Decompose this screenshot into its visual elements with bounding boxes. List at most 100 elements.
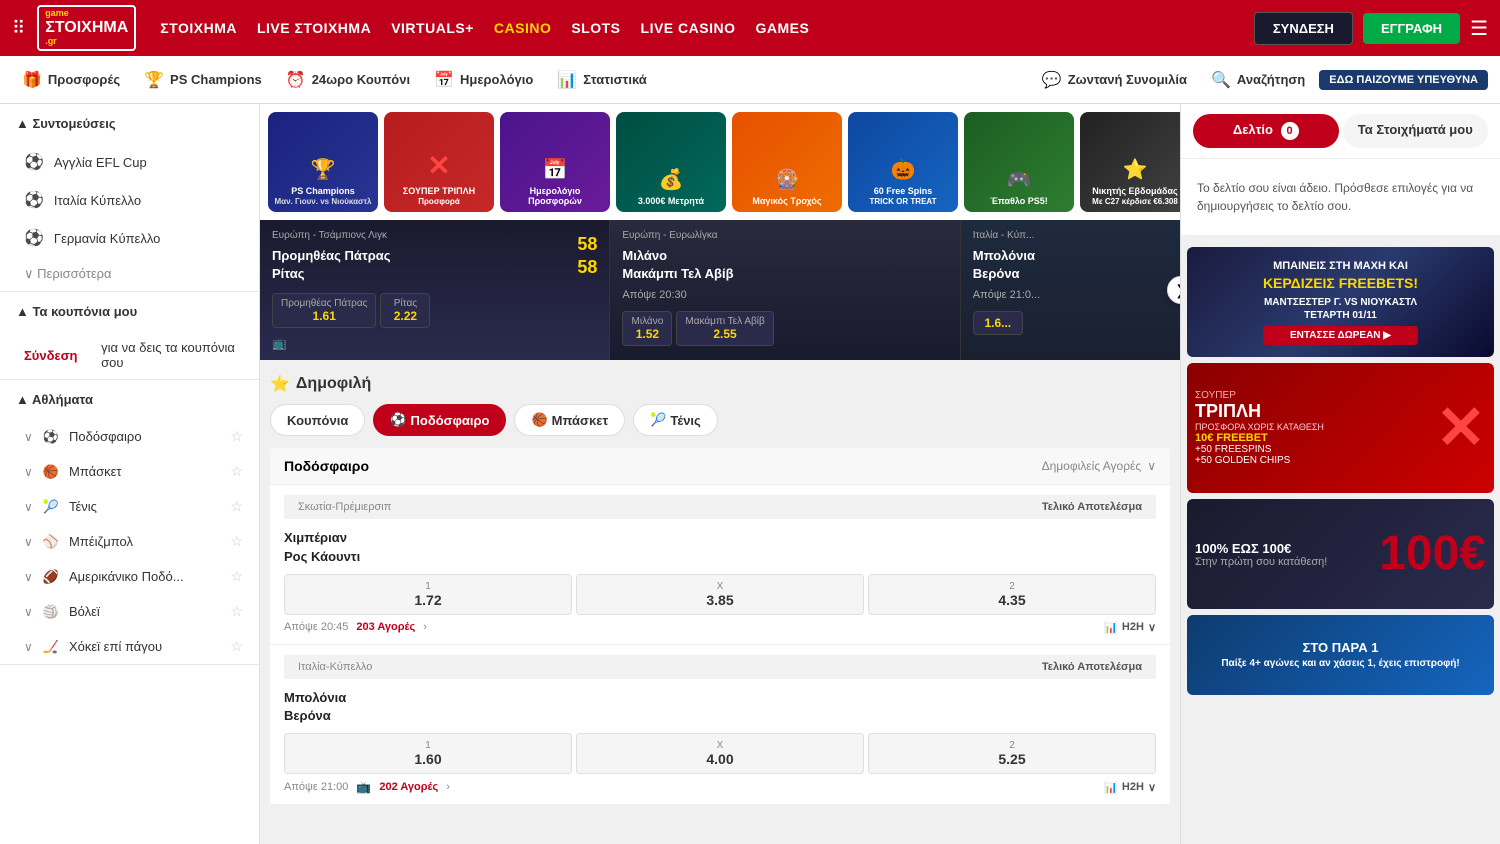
match-teams-2: Μιλάνο Μακάμπι Τελ Αβίβ	[622, 247, 947, 283]
sidebar-sport-hockey[interactable]: ∨ 🏒 Χόκεϊ επί πάγου ☆	[0, 629, 259, 664]
sec-nav-calendar[interactable]: 📅 Ημερολόγιο	[424, 64, 543, 96]
live-match-cards: Ευρώπη - Τσάμπιονς Λιγκ Προμηθέας Πάτρας…	[260, 220, 1180, 360]
sidebar-sport-volleyball[interactable]: ∨ 🏐 Βόλεϊ ☆	[0, 594, 259, 629]
score-1-team1: 58	[577, 234, 597, 255]
promo-wheel[interactable]: 🎡 Μαγικός Τροχός	[732, 112, 842, 212]
market-count-1[interactable]: 203 Αγορές	[356, 621, 415, 633]
tab-football[interactable]: ⚽ Ποδόσφαιρο	[373, 404, 506, 436]
right-banner-ps-champions-text: ΜΠΑΙΝΕΙΣ ΣΤΗ ΜΑΧΗ ΚΑΙ ΚΕΡΔΙΖΕΙΣ FREEBETS…	[1255, 251, 1426, 352]
matches-carousel-next[interactable]: ❯	[1167, 276, 1180, 304]
nav-casino[interactable]: CASINO	[494, 20, 551, 36]
site-logo[interactable]: game ΣΤΟΙΧΗΜΑ .gr	[37, 5, 136, 50]
odd-btn-3[interactable]: 1.6...	[973, 311, 1023, 335]
promo-freespins[interactable]: 🎃 60 Free SpinsTRICK OR TREAT	[848, 112, 958, 212]
chevron-icon-hockey: ∨	[24, 640, 33, 654]
sports-section-header[interactable]: ▲ Αθλήματα	[0, 380, 259, 419]
sidebar-item-efl-cup[interactable]: ⚽ Αγγλία EFL Cup	[0, 143, 259, 181]
tab-basketball[interactable]: 🏀 Μπάσκετ	[514, 404, 625, 436]
match-footer-2: Απόψε 21:00 📺 202 Αγορές › 📊 H2H ∨	[284, 780, 1156, 794]
promo-super-tripla[interactable]: ✕ ΣΟΥΠΕΡ ΤΡΙΠΛΗΠροσφορά	[384, 112, 494, 212]
odd-btn-team2[interactable]: Ρίτας 2.22	[380, 293, 430, 328]
sidebar-sport-baseball[interactable]: ∨ ⚾ Μπέιζμπολ ☆	[0, 524, 259, 559]
sec-nav-stats[interactable]: 📊 Στατιστικά	[547, 64, 656, 96]
sec-nav-24h-coupon[interactable]: ⏰ 24ωρο Κουπόνι	[276, 64, 420, 96]
odd-1-cell-1[interactable]: 1 1.72	[284, 574, 572, 615]
promo-ps-champions[interactable]: 🏆 PS ChampionsΜαν. Γιουν. vs Νιούκαστλ	[268, 112, 378, 212]
baseball-icon: ⚾	[43, 534, 59, 550]
sec-nav-ps-champions[interactable]: 🏆 PS Champions	[134, 64, 272, 96]
sec-nav-search[interactable]: 🔍 Αναζήτηση	[1201, 64, 1315, 96]
sidebar-sport-football[interactable]: ∨ ⚽ Ποδόσφαιρο ☆	[0, 419, 259, 454]
favorite-star-tennis[interactable]: ☆	[230, 498, 243, 515]
nav-games[interactable]: GAMES	[755, 20, 809, 36]
odd-btn-team1[interactable]: Προμηθέας Πάτρας 1.61	[272, 293, 376, 328]
sidebar-item-germany-cup[interactable]: ⚽ Γερμανία Κύπελλο	[0, 219, 259, 257]
promo-ps5[interactable]: 🎮 Έπαθλο PS5!	[964, 112, 1074, 212]
favorite-star-football[interactable]: ☆	[230, 428, 243, 445]
chat-icon: 💬	[1042, 70, 1062, 90]
chevron-down-icon: ∨	[24, 266, 37, 281]
favorite-star-basketball[interactable]: ☆	[230, 463, 243, 480]
odd-2-cell-2[interactable]: 2 5.25	[868, 733, 1156, 774]
enter-now-btn[interactable]: ΕΝΤΑΣΣΕ ΔΩΡΕΑΝ ▶	[1263, 326, 1418, 345]
live-match-card-2[interactable]: Ευρώπη - Ευρωλίγκα Μιλάνο Μακάμπι Τελ Αβ…	[610, 220, 960, 360]
live-match-card-3[interactable]: Ιταλία - Κύπ... Μπολόνια Βερόνα Απόψε 21…	[961, 220, 1180, 360]
right-banner-ps-champions[interactable]: ΜΠΑΙΝΕΙΣ ΣΤΗ ΜΑΧΗ ΚΑΙ ΚΕΡΔΙΖΕΙΣ FREEBETS…	[1187, 247, 1494, 357]
favorite-star-american-football[interactable]: ☆	[230, 568, 243, 585]
nav-live-casino[interactable]: LIVE CASINO	[641, 20, 736, 36]
grid-icon[interactable]: ⠿	[12, 18, 25, 39]
odd-1-cell-x[interactable]: X 3.85	[576, 574, 864, 615]
odd-btn-2-team1[interactable]: Μιλάνο 1.52	[622, 311, 672, 346]
promo-cash[interactable]: 💰 3.000€ Μετρητά	[616, 112, 726, 212]
betslip-tab[interactable]: Δελτίο 0	[1193, 114, 1339, 148]
popular-section-header: ⭐ Δημοφιλή	[270, 374, 1170, 394]
sec-nav-live-chat[interactable]: 💬 Ζωντανή Συνομιλία	[1032, 64, 1197, 96]
right-banner-super-tripla[interactable]: ΣΟΥΠΕΡ ΤΡΙΠΛΗ ΠΡΟΣΦΟΡΑ ΧΩΡΙΣ ΚΑΤΑΘΕΣΗ 10…	[1187, 363, 1494, 493]
tab-coupon[interactable]: Κουπόνια	[270, 404, 365, 436]
favorite-star-volleyball[interactable]: ☆	[230, 603, 243, 620]
promo-label-ps5: Έπαθλο PS5!	[990, 196, 1048, 206]
sidebar-sport-american-football[interactable]: ∨ 🏈 Αμερικάνικο Ποδό... ☆	[0, 559, 259, 594]
sidebar-coupons-login[interactable]: Σύνδεση για να δεις τα κουπόνια σου	[0, 331, 259, 379]
popular-markets-dropdown[interactable]: Δημοφιλείς Αγορές ∨	[1042, 459, 1156, 473]
favorite-star-baseball[interactable]: ☆	[230, 533, 243, 550]
right-banner-para1[interactable]: ΣΤΟ ΠΑΡΑ 1 Παίξε 4+ αγώνες και αν χάσεις…	[1187, 615, 1494, 695]
x-tripla-icon: ✕	[1436, 398, 1486, 458]
h2h-button-1[interactable]: 📊 H2H ∨	[1104, 621, 1156, 634]
register-button[interactable]: ΕΓΓΡΑΦΗ	[1363, 13, 1460, 44]
market-count-2[interactable]: 202 Αγορές	[379, 781, 438, 793]
nav-live-stoixima[interactable]: LIVE ΣΤΟΙΧΗΜΑ	[257, 20, 371, 36]
coupons-section-header[interactable]: ▲ Τα κουπόνια μου	[0, 292, 259, 331]
h2h-button-2[interactable]: 📊 H2H ∨	[1104, 781, 1156, 794]
match-teams-label-1: Χιμπέριαν Ρος Κάουντι	[284, 529, 360, 565]
right-banner-hundred[interactable]: 100% ΕΩΣ 100€ Στην πρώτη σου κατάθεση! 1…	[1187, 499, 1494, 609]
shortcuts-section-header[interactable]: ▲ Συντομεύσεις	[0, 104, 259, 143]
sidebar-more-shortcuts[interactable]: ∨ Περισσότερα	[0, 257, 259, 291]
promo-carousel: 🏆 PS ChampionsΜαν. Γιουν. vs Νιούκαστλ ✕…	[260, 104, 1180, 220]
nav-stoixima[interactable]: ΣΤΟΙΧΗΜΑ	[160, 20, 237, 36]
star-promo-icon: ⭐	[1123, 157, 1148, 182]
odd-1-cell-2[interactable]: 2 4.35	[868, 574, 1156, 615]
sidebar-sport-tennis[interactable]: ∨ 🎾 Τένις ☆	[0, 489, 259, 524]
promo-calendar[interactable]: 📅 Ημερολόγιο Προσφορών	[500, 112, 610, 212]
odd-2-cell-1[interactable]: 1 1.60	[284, 733, 572, 774]
odd-btn-2-team2[interactable]: Μακάμπι Τελ Αβίβ 2.55	[676, 311, 773, 346]
betslip-empty-message: Το δελτίο σου είναι άδειο. Πρόσθεσε επιλ…	[1181, 159, 1500, 235]
live-match-card-1[interactable]: Ευρώπη - Τσάμπιονς Λιγκ Προμηθέας Πάτρας…	[260, 220, 610, 360]
chevron-right-icon-2: ›	[446, 781, 450, 793]
favorite-star-hockey[interactable]: ☆	[230, 638, 243, 655]
nav-slots[interactable]: SLOTS	[571, 20, 620, 36]
sidebar-sport-basketball[interactable]: ∨ 🏀 Μπάσκετ ☆	[0, 454, 259, 489]
promo-winner[interactable]: ⭐ Νικητής ΕβδομάδαςΜε C27 κέρδισε €6.308	[1080, 112, 1180, 212]
nav-virtuals[interactable]: VIRTUALS+	[391, 20, 474, 36]
promo-label-cash: 3.000€ Μετρητά	[638, 196, 704, 206]
login-button[interactable]: ΣΥΝΔΕΣΗ	[1254, 12, 1353, 45]
sec-nav-offers[interactable]: 🎁 Προσφορές	[12, 64, 130, 96]
my-bets-tab[interactable]: Τα Στοιχήματά μου	[1343, 114, 1489, 148]
odd-2-cell-x[interactable]: X 4.00	[576, 733, 864, 774]
hamburger-menu-icon[interactable]: ☰	[1470, 16, 1488, 41]
sidebar-item-italy-cup[interactable]: ⚽ Ιταλία Κύπελλο	[0, 181, 259, 219]
match-time-2: Απόψε 20:30	[622, 289, 947, 301]
match-time-label-1: Απόψε 20:45	[284, 621, 348, 633]
tab-tennis[interactable]: 🎾 Τένις	[633, 404, 718, 436]
